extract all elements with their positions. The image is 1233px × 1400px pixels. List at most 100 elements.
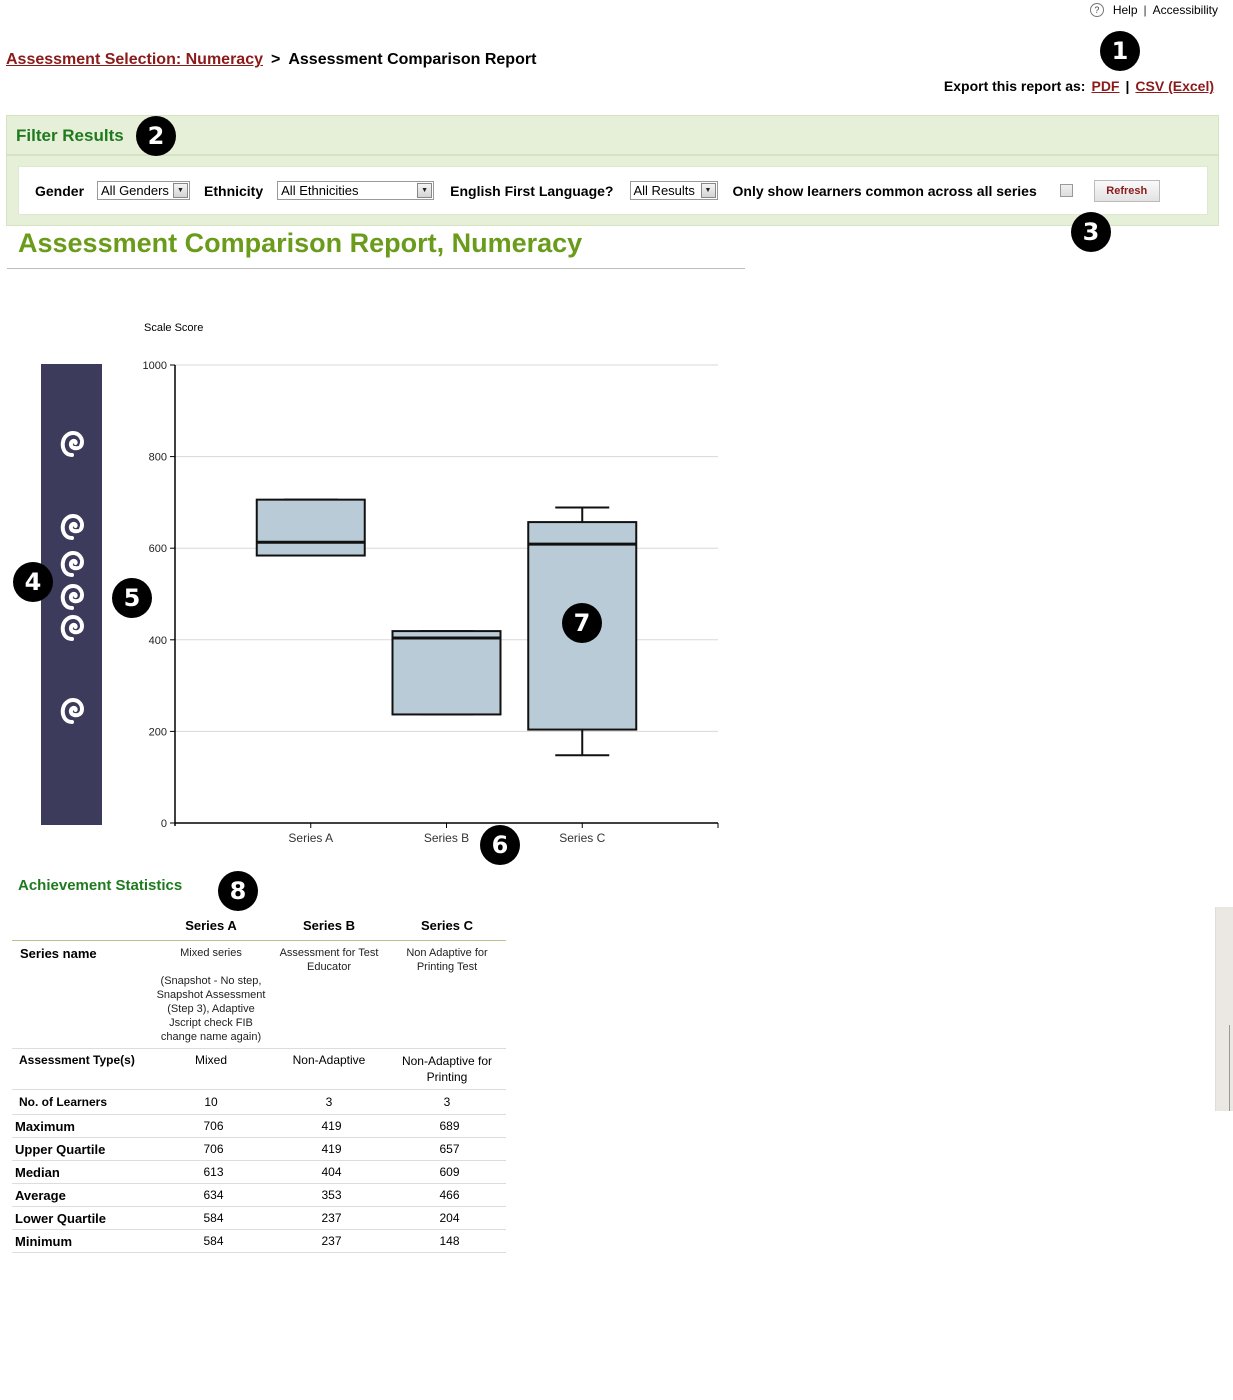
stats-cell: 353: [321, 1187, 342, 1202]
stats-cell: 3: [443, 1094, 451, 1109]
stats-cell: 657: [439, 1141, 460, 1156]
stats-cell: 609: [439, 1164, 460, 1179]
series-a-detail: (Snapshot - No step, Snapshot Assessment…: [156, 974, 266, 1043]
chevron-down-icon: ▼: [700, 183, 716, 198]
english-first-language-select[interactable]: All Results ▼: [629, 181, 718, 200]
stats-cell: 204: [439, 1210, 460, 1225]
scrollbar-track-line: [1229, 1025, 1230, 1111]
callout-marker-6: 6: [480, 825, 520, 865]
top-links-separator: |: [1143, 3, 1147, 17]
stats-cell: 3: [325, 1094, 333, 1109]
export-options: Export this report as: PDF | CSV (Excel): [944, 78, 1214, 94]
stats-cell: Non-Adaptive: [292, 1052, 366, 1067]
export-pdf-link[interactable]: PDF: [1091, 78, 1119, 94]
filter-panel: Filter Results Gender All Genders ▼ Ethn…: [6, 115, 1219, 226]
stats-cell: 584: [203, 1210, 224, 1225]
stats-row-label: Maximum: [15, 1118, 75, 1134]
ethnicity-select[interactable]: All Ethnicities ▼: [277, 181, 435, 200]
chevron-down-icon: ▼: [417, 183, 433, 198]
stats-row-label: Assessment Type(s): [19, 1052, 135, 1067]
breadcrumb: Assessment Selection: Numeracy > Assessm…: [6, 51, 536, 69]
gender-select[interactable]: All Genders ▼: [97, 181, 191, 200]
stats-header-series-b: Series B: [302, 918, 356, 933]
stats-cell: 237: [321, 1210, 342, 1225]
gender-select-value: All Genders: [101, 183, 169, 198]
stats-cell: Mixed: [194, 1052, 227, 1067]
stats-row-learners: No. of Learners 10 3 3: [12, 1089, 506, 1114]
breadcrumb-separator: >: [271, 51, 281, 68]
export-csv-link[interactable]: CSV (Excel): [1135, 78, 1214, 94]
stats-cell: Mixed series (Snapshot - No step, Snapsh…: [152, 940, 270, 1048]
stats-row: Lower Quartile 584 237 204: [12, 1206, 506, 1229]
breadcrumb-parent-link[interactable]: Assessment Selection: Numeracy: [6, 51, 263, 69]
callout-marker-5: 5: [112, 578, 152, 618]
stats-cell: Non-Adaptive for Printing: [401, 1053, 493, 1084]
stats-row: Minimum 584 237 148: [12, 1229, 506, 1252]
scrollbar[interactable]: [1215, 907, 1233, 1111]
y-tick-label: 200: [149, 726, 167, 738]
english-select-value: All Results: [633, 183, 695, 198]
stats-row-label: Series name: [20, 945, 97, 961]
x-tick-label: Series C: [559, 831, 605, 845]
stats-row-assessment-type: Assessment Type(s) Mixed Non-Adaptive No…: [12, 1048, 506, 1089]
box-iqr: [391, 630, 502, 716]
accessibility-link[interactable]: Accessibility: [1153, 3, 1218, 17]
stats-cell: Assessment for Test Educator: [279, 946, 379, 973]
top-links: ? Help | Accessibility: [1089, 3, 1218, 17]
report-title: Assessment Comparison Report, Numeracy: [18, 228, 583, 258]
stats-cell: Non Adaptive for Printing Test: [406, 946, 488, 973]
box-series-b: [391, 630, 502, 716]
stats-cell: 584: [203, 1233, 224, 1248]
callout-marker-4: 4: [13, 562, 53, 602]
callout-marker-2: 2: [136, 116, 176, 156]
stats-cell: 689: [439, 1118, 460, 1133]
stats-row-label: No. of Learners: [19, 1094, 108, 1109]
stats-cell: 706: [203, 1141, 224, 1156]
achievement-statistics-table: Series A Series B Series C Series name M…: [12, 918, 506, 1253]
stats-cell: 419: [321, 1118, 342, 1133]
export-label: Export this report as:: [943, 78, 1086, 94]
stats-row: Maximum 706 419 689: [12, 1114, 506, 1137]
help-link[interactable]: Help: [1113, 3, 1138, 17]
stats-cell: 237: [321, 1233, 342, 1248]
stats-row-label: Lower Quartile: [15, 1210, 107, 1226]
english-first-language-label: English First Language?: [450, 182, 614, 199]
stats-cell: 466: [439, 1187, 460, 1202]
callout-marker-1: 1: [1100, 31, 1140, 71]
stats-cell: 613: [203, 1164, 224, 1179]
breadcrumb-current: Assessment Comparison Report: [288, 51, 537, 68]
stats-cell: 419: [321, 1141, 342, 1156]
achievement-statistics-title: Achievement Statistics: [18, 877, 183, 894]
refresh-button[interactable]: Refresh: [1093, 179, 1160, 202]
stats-row-series-name: Series name Mixed series (Snapshot - No …: [12, 940, 506, 1048]
y-tick-label: 400: [149, 635, 167, 647]
title-divider: [7, 268, 745, 269]
stats-row: Upper Quartile 706 419 657: [12, 1137, 506, 1160]
stats-row-label: Upper Quartile: [15, 1141, 106, 1157]
chevron-down-icon: ▼: [173, 183, 189, 198]
stats-header-row: Series A Series B Series C: [12, 918, 506, 940]
stats-row: Median 613 404 609: [12, 1160, 506, 1183]
callout-marker-3: 3: [1071, 212, 1111, 252]
ethnicity-label: Ethnicity: [204, 182, 264, 199]
stats-cell: 706: [203, 1118, 224, 1133]
x-tick-label: Series B: [424, 831, 469, 845]
callout-marker-8: 8: [218, 871, 258, 911]
common-learners-label: Only show learners common across all ser…: [732, 182, 1037, 199]
stats-header-series-c: Series C: [420, 918, 474, 933]
filter-divider: [7, 154, 1218, 156]
common-learners-checkbox[interactable]: [1059, 184, 1073, 197]
box-series-a: [255, 498, 366, 557]
stats-header-series-a: Series A: [185, 918, 237, 933]
filter-title: Filter Results: [16, 126, 124, 145]
gender-label: Gender: [35, 182, 85, 199]
stats-row-label: Minimum: [15, 1233, 73, 1249]
help-icon[interactable]: ?: [1089, 3, 1104, 17]
stats-cell: 148: [439, 1233, 460, 1248]
stats-cell: 634: [203, 1187, 224, 1202]
y-tick-label: 0: [161, 818, 167, 830]
stats-cell: 10: [204, 1094, 218, 1109]
x-tick-label: Series A: [288, 831, 333, 845]
y-tick-label: 800: [149, 452, 167, 464]
filter-controls: Gender All Genders ▼ Ethnicity All Ethni…: [18, 166, 1208, 215]
